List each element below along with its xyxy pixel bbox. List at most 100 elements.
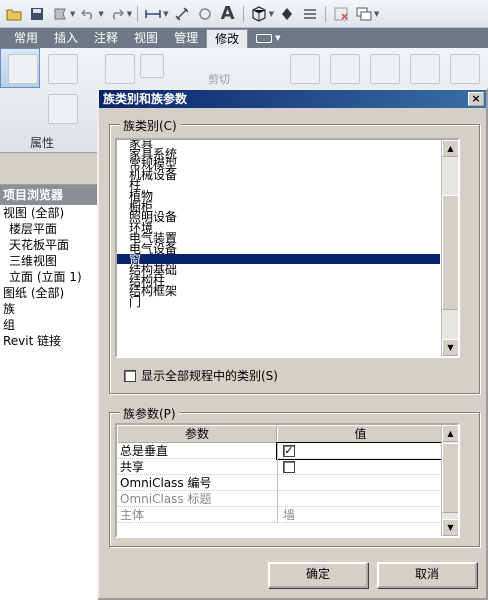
project-browser: 项目浏览器 视图 (全部) 楼层平面 天花板平面 三维视图 立面 (立面 1) 图纸 (全… (0, 153, 100, 600)
category-item[interactable]: 植物 (117, 190, 440, 203)
close-window-icon[interactable] (331, 4, 351, 24)
paste-icon[interactable] (105, 54, 135, 84)
sync-dropdown-icon[interactable]: ▼ (70, 10, 75, 18)
switch-window-dropdown-icon[interactable]: ▼ (374, 10, 379, 18)
ribbon-tab-bar: 常用 插入 注释 视图 管理 修改 ▼ (0, 28, 488, 48)
param-row: 主体墙 (117, 507, 444, 523)
param-value[interactable] (277, 459, 444, 475)
param-row: 共享 (117, 459, 444, 475)
3d-view-icon[interactable] (249, 4, 269, 24)
close-button[interactable]: × (468, 92, 484, 106)
family-category-dialog: 族类别和族参数 × 族类别(C) 家具 家具系统 常规模型 机械设备柱植物 橱柜 照明设备… (97, 88, 488, 600)
mirror-draw-icon[interactable] (410, 54, 440, 84)
param-scrollbar[interactable]: ▲ ▼ (441, 425, 458, 536)
param-header-value[interactable]: 值 (277, 425, 444, 443)
tab-modify[interactable]: 修改 (206, 29, 249, 48)
param-checkbox[interactable]: ✓ (283, 445, 295, 457)
category-listbox[interactable]: 家具 家具系统 常规模型 机械设备柱植物 橱柜 照明设备 环境 电气装置 电气设备窗结构基础 结构… (115, 138, 460, 358)
scroll-down-icon[interactable]: ▼ (442, 519, 458, 536)
param-name: OmniClass 编号 (117, 475, 277, 491)
offset-icon[interactable] (330, 54, 360, 84)
cancel-button[interactable]: 取消 (377, 562, 477, 588)
scroll-up-icon[interactable]: ▲ (442, 140, 458, 157)
scroll-down-icon[interactable]: ▼ (442, 339, 458, 356)
toolbar-separator (324, 5, 326, 22)
tab-view[interactable]: 视图 (126, 29, 166, 48)
cut-label[interactable]: 剪切 (208, 71, 230, 87)
scroll-thumb[interactable] (442, 195, 458, 310)
scroll-thumb[interactable] (442, 443, 458, 513)
dialog-title: 族类别和族参数 (103, 92, 188, 106)
category-group-label: 族类别(C) (120, 117, 180, 134)
toolbar-separator (242, 5, 244, 22)
family-types-icon[interactable] (48, 54, 78, 84)
tab-annotate[interactable]: 注释 (86, 29, 126, 48)
switch-window-icon[interactable] (354, 4, 374, 24)
browser-header-strip (0, 153, 100, 185)
redo-icon[interactable] (107, 4, 127, 24)
tag-icon[interactable] (195, 4, 215, 24)
category-item[interactable]: 结构框架 (117, 285, 440, 298)
tree-item[interactable]: 视图 (全部) (0, 205, 100, 221)
category-item[interactable]: 结构基础 (117, 264, 440, 277)
project-browser-title: 项目浏览器 (0, 185, 100, 205)
param-row: 总是垂直 ✓ (117, 442, 445, 460)
tree-item[interactable]: Revit 链接 (0, 333, 100, 349)
category-scrollbar[interactable]: ▲ ▼ (441, 140, 458, 356)
category-item[interactable]: 电气设备 (117, 243, 440, 256)
measure-icon[interactable] (143, 4, 163, 24)
thin-lines-icon[interactable] (300, 4, 320, 24)
measure-dropdown-icon[interactable]: ▼ (163, 10, 168, 18)
tree-item[interactable]: 天花板平面 (0, 237, 100, 253)
minimize-ribbon-icon (256, 34, 273, 43)
undo-dropdown-icon[interactable]: ▼ (98, 10, 103, 18)
dimension-icon[interactable] (172, 4, 192, 24)
tree-item[interactable]: 组 (0, 317, 100, 333)
category-item[interactable]: 机械设备 (117, 169, 440, 182)
show-all-label[interactable]: 显示全部规程中的类别(S) (141, 367, 278, 384)
ok-button[interactable]: 确定 (268, 562, 368, 588)
parameter-grid[interactable]: 参数 值 总是垂直 ✓ 共享 OmniClass 编号 OmniClass 标题 主体墙 … (115, 423, 460, 538)
tab-manage[interactable]: 管理 (166, 29, 206, 48)
tree-item[interactable]: 立面 (立面 1) (0, 269, 100, 285)
show-all-disciplines-option[interactable]: 显示全部规程中的类别(S) (124, 367, 278, 384)
param-row: OmniClass 编号 (117, 475, 444, 491)
redo-dropdown-icon[interactable]: ▼ (127, 10, 132, 18)
param-value-text: 墙 (283, 508, 296, 522)
param-row: OmniClass 标题 (117, 491, 444, 507)
tree-item[interactable]: 三维视图 (0, 253, 100, 269)
section-icon[interactable] (277, 4, 297, 24)
param-value[interactable]: ✓ (276, 442, 445, 460)
ribbon-minimize-button[interactable]: ▼ (248, 29, 288, 48)
text-icon[interactable]: A (218, 3, 238, 24)
tree-item[interactable]: 楼层平面 (0, 221, 100, 237)
align-icon[interactable] (290, 54, 320, 84)
toolbar-separator (137, 5, 139, 22)
param-value[interactable] (277, 475, 444, 491)
param-checkbox[interactable] (283, 461, 295, 473)
family-category-icon[interactable] (48, 94, 78, 124)
tree-item[interactable]: 族 (0, 301, 100, 317)
scroll-up-icon[interactable]: ▲ (442, 425, 458, 442)
chevron-down-icon: ▼ (275, 34, 281, 42)
open-folder-icon[interactable] (4, 4, 24, 24)
parameter-group-label: 族参数(P) (120, 405, 179, 422)
sync-icon[interactable] (50, 4, 70, 24)
undo-icon[interactable] (78, 4, 98, 24)
mirror-axis-icon[interactable] (370, 54, 400, 84)
move-icon[interactable] (450, 54, 480, 84)
category-item[interactable]: 照明设备 (117, 211, 440, 224)
tab-insert[interactable]: 插入 (46, 29, 86, 48)
3d-view-dropdown-icon[interactable]: ▼ (269, 10, 274, 18)
show-all-checkbox[interactable] (124, 369, 136, 382)
project-tree: 视图 (全部) 楼层平面 天花板平面 三维视图 立面 (立面 1) 图纸 (全部) 族组 Re… (0, 205, 100, 349)
save-icon[interactable] (27, 4, 47, 24)
tree-item[interactable]: 图纸 (全部) (0, 285, 100, 301)
param-value: 墙 (277, 507, 444, 523)
quick-access-toolbar: ▼ ▼ ▼ ▼ A ▼ ▼ (0, 0, 488, 28)
cut-scissors-icon[interactable] (140, 54, 164, 78)
param-header-name[interactable]: 参数 (117, 425, 277, 443)
type-properties-icon[interactable] (8, 54, 38, 84)
param-name: 总是垂直 (117, 443, 277, 459)
tab-home[interactable]: 常用 (6, 29, 46, 48)
